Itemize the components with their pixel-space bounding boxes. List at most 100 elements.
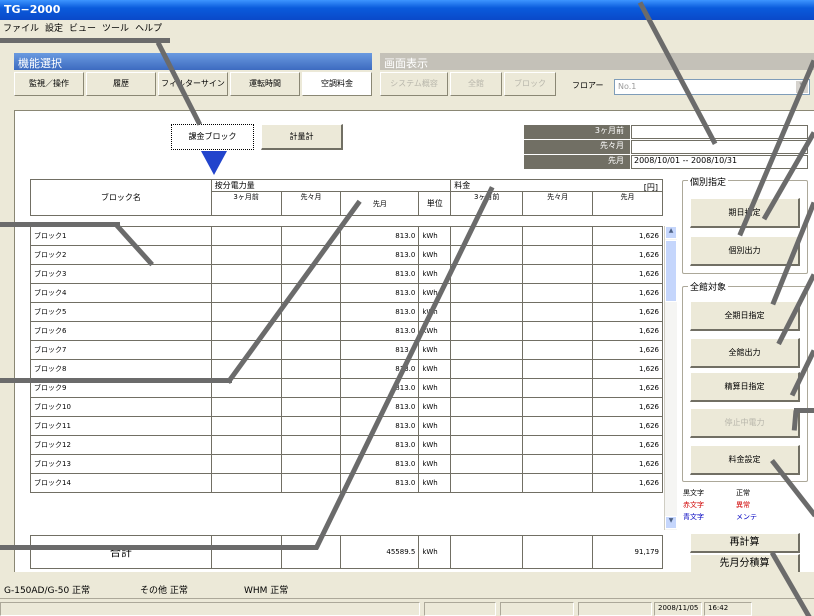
row-power-m1: 813.0 [340,226,420,246]
total-fee: 91,179 [592,535,663,569]
row-fee-m1: 1,626 [592,245,663,265]
table-row: ブロック7 813.0 kWh 1,626 [30,340,663,360]
row-fee-m2 [522,378,594,398]
row-unit: kWh [418,340,452,360]
statusbar-cell-4 [578,602,652,616]
row-power-m1: 813.0 [340,378,420,398]
row-power-m3 [210,226,282,246]
row-power-m3 [210,245,282,265]
data-table: ブロック1 813.0 kWh 1,626 ブロック2 813.0 kWh 1,626 ブロック… [30,226,663,493]
row-power-m3 [210,435,282,455]
row-fee-m3 [450,378,524,398]
tab-monitor[interactable]: 監視／操作 [14,72,84,96]
table-row: ブロック8813.0kWh1,626 [30,359,663,379]
row-fee-m1: 1,626 [592,283,663,303]
tab-all-building[interactable]: 全館 [450,72,502,96]
scroll-thumb[interactable] [665,240,677,302]
row-block-name: ブロック6 [30,321,212,341]
period-m2-label: 先々月 [524,140,630,154]
row-power-m3 [210,397,282,417]
scroll-up-icon[interactable]: ▲ [665,226,677,239]
row-block-name: ブロック2 [30,245,212,265]
row-power-m1: 813.0 [340,245,420,265]
row-fee-m1: 1,626 [592,321,663,341]
tab-filter-sign[interactable]: フィルターサイン [158,72,228,96]
col-block-name: ブロック名 [30,179,212,216]
total-fee-m2 [522,535,594,569]
row-fee-m3 [450,340,524,360]
row-power-m3 [210,359,282,379]
app-window: TG−2000 ファイル 設定 ビュー ツール ヘルプ 機能選択 画面表示 監視／操作 … [0,0,814,616]
row-fee-m3 [450,473,524,493]
settlement-date-button[interactable]: 精算日指定 [690,372,800,402]
row-fee-m1: 1,626 [592,473,663,493]
legend-text: 赤文字 [683,501,704,509]
col-power-m3: 3ヶ月前 [210,191,282,216]
annotation-line [0,38,170,43]
row-power-m2 [280,435,342,455]
tab-block[interactable]: ブロック [504,72,556,96]
row-power-m2 [280,397,342,417]
status-whm: WHM 正常 [244,586,289,596]
menu-file[interactable]: ファイル [0,20,42,34]
tab-system-overview[interactable]: システム概容 [380,72,448,96]
period-m3-label: 3ヶ月前 [524,125,630,139]
table-row: ブロック6 813.0 kWh 1,626 [30,321,663,341]
menu-view[interactable]: ビュー [66,20,99,34]
recalculate-button[interactable]: 再計算 [690,533,800,553]
row-power-m3 [210,416,282,436]
col-fee-label: 料金 [454,181,471,190]
row-block-name: ブロック7 [30,340,212,360]
menu-tools[interactable]: ツール [99,20,132,34]
tab-history[interactable]: 履歴 [86,72,156,96]
row-unit: kWh [418,245,452,265]
individual-output-button[interactable]: 個別出力 [690,236,800,266]
row-power-m1: 813.0 [340,283,420,303]
row-fee-m3 [450,435,524,455]
row-power-m1: 813.0 [340,264,420,284]
row-power-m1: 813.0 [340,302,420,322]
row-power-m2 [280,302,342,322]
billing-block-button[interactable]: 課金ブロック [171,124,254,150]
row-fee-m1: 1,626 [592,435,663,455]
tab-ac-fee[interactable]: 空調料金 [302,72,372,96]
floor-label: フロアー [572,81,604,90]
row-fee-m2 [522,435,594,455]
row-unit: kWh [418,359,452,379]
row-power-m2 [280,359,342,379]
row-fee-m1: 1,626 [592,359,663,379]
floor-value: No.1 [618,82,637,91]
row-fee-m2 [522,302,594,322]
row-block-name: ブロック10 [30,397,212,417]
row-fee-m3 [450,264,524,284]
row-fee-m1: 1,626 [592,397,663,417]
total-fee-m3 [450,535,524,569]
vertical-scrollbar[interactable]: ▲ ▼ [664,226,677,530]
window-title: TG−2000 [4,3,61,16]
tab-operation-time[interactable]: 運転時間 [230,72,300,96]
legend-status: 異常 [736,501,750,509]
col-fee-m1: 先月 [592,191,663,216]
table-row: ブロック12 813.0 kWh 1,626 [30,435,663,455]
row-fee-m3 [450,283,524,303]
statusbar-cell-3 [500,602,574,616]
all-output-button[interactable]: 全館出力 [690,338,800,368]
legend-text: 青文字 [683,513,704,521]
annotation-line [0,222,120,227]
total-table: 合計 45589.5 kWh 91,179 [30,535,663,569]
scroll-down-icon[interactable]: ▼ [665,516,677,529]
row-fee-m3 [450,321,524,341]
row-power-m3 [210,454,282,474]
row-power-m1: 813.0 [340,435,420,455]
meter-button[interactable]: 計量計 [261,124,343,150]
col-unit: 単位 [418,191,452,216]
row-unit: kWh [418,473,452,493]
menu-settings[interactable]: 設定 [42,20,66,34]
stopped-power-button[interactable]: 停止中電力 [690,408,800,438]
row-fee-m1: 1,626 [592,340,663,360]
function-select-header: 機能選択 [14,53,372,70]
floor-select[interactable]: No.1▼ [614,79,810,95]
row-fee-m2 [522,340,594,360]
menu-help[interactable]: ヘルプ [132,20,165,34]
table-row: ブロック3 813.0 kWh 1,626 [30,264,663,284]
